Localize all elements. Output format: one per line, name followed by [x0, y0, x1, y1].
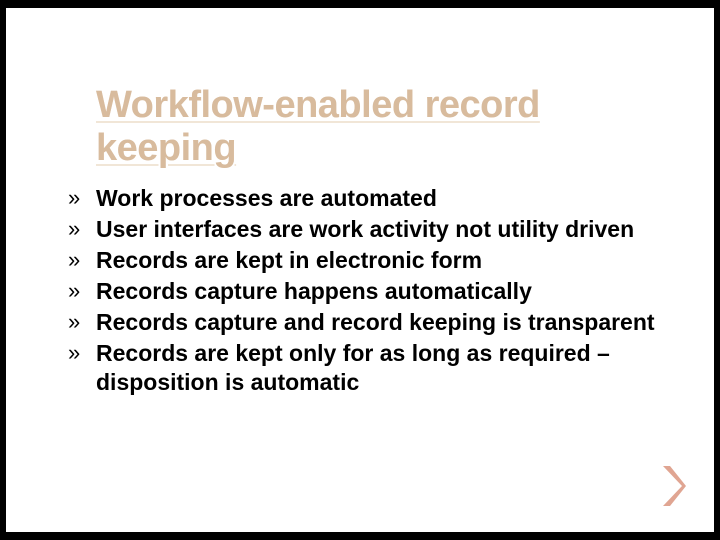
title-overlay: Workflow-enabled record keeping — [96, 84, 664, 170]
bullet-marker: » — [68, 184, 80, 212]
list-item: » Records are kept only for as long as r… — [68, 339, 664, 397]
bullet-marker: » — [68, 308, 80, 336]
bullet-text: Work processes are automated — [96, 185, 437, 211]
slide-content: Workflow-enabled record keeping Workflow… — [6, 8, 714, 397]
bullet-marker: » — [68, 339, 80, 367]
bullet-list: » Work processes are automated » User in… — [56, 184, 664, 397]
slide: Workflow-enabled record keeping Workflow… — [6, 8, 714, 532]
list-item: » Work processes are automated — [68, 184, 664, 213]
bullet-text: Records capture and record keeping is tr… — [96, 309, 655, 335]
bullet-marker: » — [68, 246, 80, 274]
bullet-text: User interfaces are work activity not ut… — [96, 216, 634, 242]
bullet-text: Records are kept in electronic form — [96, 247, 482, 273]
list-item: » User interfaces are work activity not … — [68, 215, 664, 244]
bullet-text: Records capture happens automatically — [96, 278, 532, 304]
bullet-marker: » — [68, 215, 80, 243]
list-item: » Records capture and record keeping is … — [68, 308, 664, 337]
list-item: » Records are kept in electronic form — [68, 246, 664, 275]
slide-title: Workflow-enabled record keeping Workflow… — [96, 84, 664, 170]
bullet-marker: » — [68, 277, 80, 305]
bullet-text: Records are kept only for as long as req… — [96, 340, 610, 395]
chevron-right-icon — [660, 464, 688, 508]
list-item: » Records capture happens automatically — [68, 277, 664, 306]
